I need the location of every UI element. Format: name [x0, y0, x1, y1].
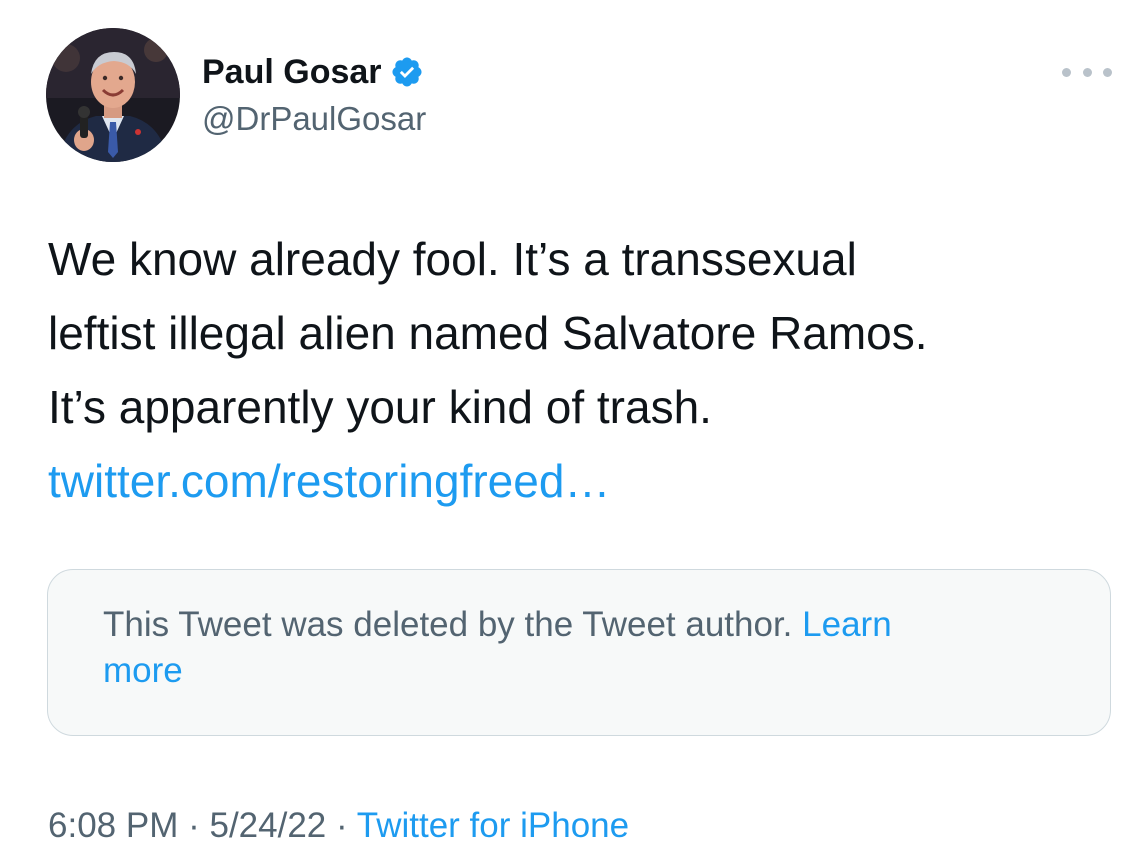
tweet-text-line: It’s apparently your kind of trash.	[48, 381, 712, 433]
avatar[interactable]	[46, 28, 180, 162]
tweet: Paul Gosar @DrPaulGosar We know already …	[0, 0, 1138, 863]
tweet-metadata: 6:08 PM · 5/24/22 · Twitter for iPhone	[48, 804, 629, 848]
author-display-name[interactable]: Paul Gosar	[202, 50, 382, 94]
more-dots-icon	[1103, 67, 1112, 77]
deleted-quote-card: This Tweet was deleted by the Tweet auth…	[47, 569, 1111, 736]
tweet-text-line: leftist illegal alien named Salvatore Ra…	[48, 307, 928, 359]
tweet-date[interactable]: 5/24/22	[209, 806, 326, 845]
more-dots-icon	[1062, 67, 1071, 77]
more-dots-icon	[1082, 67, 1092, 77]
tweet-link[interactable]: twitter.com/restoringfreed…	[48, 455, 610, 507]
meta-separator: ·	[336, 806, 348, 845]
learn-more-link[interactable]: Learn	[802, 605, 892, 644]
more-options-button[interactable]	[1062, 58, 1112, 86]
tweet-text: We know already fool. It’s a transsexual…	[48, 222, 1118, 518]
deleted-notice: This Tweet was deleted by the Tweet auth…	[103, 602, 1063, 694]
meta-separator: ·	[188, 806, 200, 845]
verified-badge-icon	[390, 55, 424, 89]
deleted-notice-text: This Tweet was deleted by the Tweet auth…	[103, 605, 793, 644]
tweet-source-link[interactable]: Twitter for iPhone	[357, 806, 629, 845]
author-name-row[interactable]: Paul Gosar	[202, 50, 424, 94]
tweet-text-line: We know already fool. It’s a transsexual	[48, 233, 857, 285]
tweet-time[interactable]: 6:08 PM	[48, 806, 178, 845]
learn-more-link[interactable]: more	[103, 651, 183, 690]
profile-photo-icon	[46, 28, 180, 162]
author-handle[interactable]: @DrPaulGosar	[202, 98, 426, 140]
